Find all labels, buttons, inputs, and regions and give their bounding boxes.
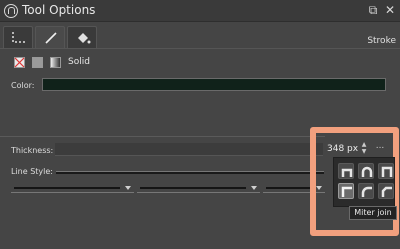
cap-butt-icon bbox=[341, 168, 353, 177]
line-icon bbox=[45, 32, 57, 44]
fill-solid-button[interactable] bbox=[32, 57, 43, 68]
no-fill-icon bbox=[14, 57, 25, 68]
cap-square-button[interactable] bbox=[378, 163, 394, 179]
cap-butt-button[interactable] bbox=[338, 163, 354, 179]
fill-none-button[interactable] bbox=[14, 57, 25, 68]
bevel-join-icon bbox=[381, 186, 392, 197]
tab-fill-tool[interactable] bbox=[67, 26, 97, 48]
round-join-icon bbox=[361, 186, 372, 197]
miter-join-button[interactable] bbox=[338, 183, 354, 199]
chevron-down-icon bbox=[125, 186, 131, 190]
color-swatch[interactable] bbox=[42, 78, 386, 91]
tab-divider bbox=[0, 48, 400, 49]
fill-type-label: Solid bbox=[68, 57, 90, 67]
line-start-dropdown[interactable] bbox=[11, 183, 134, 193]
thickness-spinner[interactable]: ▲ ▼ bbox=[360, 141, 368, 156]
dotted-corner-icon bbox=[12, 32, 25, 43]
stroke-options-button[interactable]: ... bbox=[373, 142, 387, 156]
round-join-button[interactable] bbox=[358, 183, 374, 199]
color-label: Color: bbox=[11, 81, 35, 90]
line-style-dropdown[interactable] bbox=[137, 183, 260, 193]
close-icon[interactable]: ✕ bbox=[383, 3, 397, 17]
stroke-label: Stroke bbox=[367, 36, 396, 46]
fill-gradient-button[interactable] bbox=[50, 57, 61, 68]
thickness-slider[interactable] bbox=[55, 143, 323, 156]
spin-up-icon[interactable]: ▲ bbox=[360, 141, 368, 148]
tool-options-icon bbox=[4, 4, 18, 18]
tab-line-tool[interactable] bbox=[35, 26, 65, 49]
miter-join-icon bbox=[341, 186, 352, 197]
line-style-label: Line Style: bbox=[11, 167, 54, 176]
thickness-label: Thickness: bbox=[11, 146, 54, 155]
section-divider bbox=[0, 136, 325, 137]
spin-down-icon[interactable]: ▼ bbox=[360, 148, 368, 155]
chevron-down-icon bbox=[251, 186, 257, 190]
panel-title: Tool Options bbox=[22, 3, 96, 17]
title-bar: Tool Options ⧉ ✕ bbox=[0, 0, 400, 22]
tooltip: Miter join bbox=[349, 206, 397, 220]
thickness-value[interactable]: 348 px bbox=[325, 142, 360, 156]
bevel-join-button[interactable] bbox=[378, 183, 394, 199]
join-style-popup bbox=[333, 157, 395, 207]
cap-round-button[interactable] bbox=[358, 163, 374, 179]
paint-bucket-icon bbox=[78, 33, 91, 44]
cap-square-icon bbox=[381, 166, 393, 177]
float-window-icon[interactable]: ⧉ bbox=[366, 3, 380, 17]
cap-round-icon bbox=[361, 166, 373, 177]
line-style-preview[interactable] bbox=[56, 171, 324, 174]
tab-selection-tool[interactable] bbox=[3, 26, 33, 48]
